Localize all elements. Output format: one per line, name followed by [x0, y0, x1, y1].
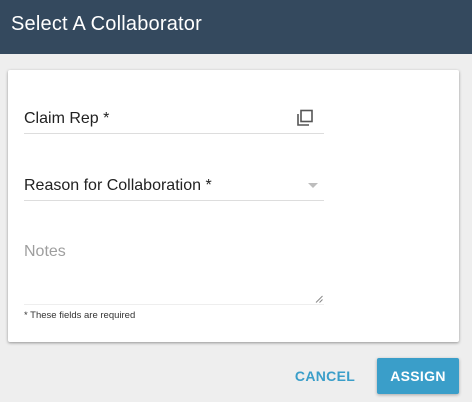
claim-rep-label: Claim Rep * — [24, 110, 110, 127]
reason-for-collaboration-select[interactable]: Reason for Collaboration * — [24, 173, 324, 201]
copy-icon[interactable] — [296, 109, 314, 127]
dialog-title: Select A Collaborator — [11, 13, 202, 35]
notes-textarea[interactable] — [24, 235, 324, 305]
required-fields-note: * These fields are required — [24, 310, 136, 321]
reason-label: Reason for Collaboration * — [24, 177, 212, 194]
resize-grip-icon[interactable] — [315, 295, 323, 303]
assign-button[interactable]: ASSIGN — [377, 358, 459, 394]
chevron-down-icon[interactable] — [308, 183, 318, 188]
claim-rep-field[interactable]: Claim Rep * — [24, 106, 324, 134]
dialog-header: Select A Collaborator — [0, 0, 472, 54]
cancel-button[interactable]: CANCEL — [289, 358, 361, 394]
form-card: Claim Rep * Reason for Collaboration * *… — [8, 70, 459, 342]
copy-icon-graphic — [297, 109, 313, 126]
select-collaborator-dialog: Select A Collaborator Claim Rep * Reason… — [0, 0, 472, 402]
